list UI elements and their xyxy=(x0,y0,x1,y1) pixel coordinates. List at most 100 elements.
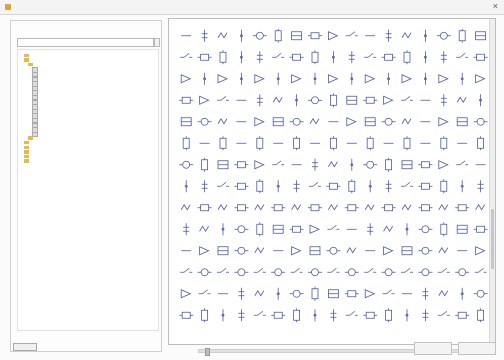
schematic-symbol[interactable] xyxy=(253,310,266,316)
schematic-symbol[interactable] xyxy=(311,286,319,301)
schematic-symbol[interactable] xyxy=(254,117,265,127)
schematic-symbol[interactable] xyxy=(256,94,263,107)
schematic-symbol[interactable] xyxy=(272,52,285,58)
schematic-symbol[interactable] xyxy=(308,96,322,105)
schematic-symbol[interactable] xyxy=(346,246,357,254)
schematic-symbol[interactable] xyxy=(401,160,413,170)
schematic-symbol[interactable] xyxy=(217,267,229,273)
schematic-symbol[interactable] xyxy=(253,267,266,273)
schematic-symbol[interactable] xyxy=(367,223,374,236)
schematic-symbol[interactable] xyxy=(201,308,208,323)
schematic-symbol[interactable] xyxy=(180,117,192,127)
schematic-symbol[interactable] xyxy=(234,204,249,212)
schematic-symbol[interactable] xyxy=(418,182,433,190)
schematic-symbol[interactable] xyxy=(401,181,413,187)
schematic-symbol[interactable] xyxy=(438,117,449,127)
schematic-symbol[interactable] xyxy=(271,311,286,319)
schematic-symbol[interactable] xyxy=(363,311,378,319)
schematic-symbol[interactable] xyxy=(180,289,192,299)
schematic-symbol[interactable] xyxy=(385,29,392,42)
schematic-symbol[interactable] xyxy=(456,160,469,166)
schematic-symbol[interactable] xyxy=(455,204,470,212)
schematic-symbol[interactable] xyxy=(234,246,249,255)
schematic-symbol[interactable] xyxy=(313,72,317,85)
schematic-symbol[interactable] xyxy=(254,203,265,211)
schematic-symbol[interactable] xyxy=(180,203,191,211)
schematic-symbol[interactable] xyxy=(256,136,264,151)
schematic-symbol[interactable] xyxy=(328,203,338,211)
schematic-symbol[interactable] xyxy=(385,308,393,323)
schematic-symbol[interactable] xyxy=(401,246,413,256)
zoom-slider-thumb[interactable] xyxy=(204,348,210,356)
schematic-symbol[interactable] xyxy=(475,31,487,41)
schematic-symbol[interactable] xyxy=(440,136,448,151)
schematic-symbol[interactable] xyxy=(221,223,225,236)
schematic-symbol[interactable] xyxy=(183,223,190,236)
schematic-symbol[interactable] xyxy=(475,74,486,84)
schematic-symbol[interactable] xyxy=(363,160,378,169)
schematic-symbol[interactable] xyxy=(456,224,468,234)
schematic-symbol[interactable] xyxy=(289,225,304,233)
schematic-symbol[interactable] xyxy=(197,53,212,61)
schematic-symbol[interactable] xyxy=(460,72,464,85)
cancel-button[interactable] xyxy=(458,342,496,355)
schematic-symbol[interactable] xyxy=(418,268,433,277)
scrollbar-thumb[interactable] xyxy=(491,209,494,269)
schematic-symbol[interactable] xyxy=(475,246,486,256)
schematic-symbol[interactable] xyxy=(350,72,354,85)
schematic-symbol[interactable] xyxy=(184,180,188,193)
schematic-symbol[interactable] xyxy=(272,96,283,104)
schematic-symbol[interactable] xyxy=(473,117,488,126)
schematic-symbol[interactable] xyxy=(405,309,409,322)
schematic-symbol[interactable] xyxy=(240,29,243,42)
schematic-symbol[interactable] xyxy=(328,74,339,84)
schematic-symbol[interactable] xyxy=(254,160,265,170)
schematic-symbol[interactable] xyxy=(254,246,265,254)
schematic-symbol[interactable] xyxy=(199,246,210,256)
schematic-symbol[interactable] xyxy=(217,74,228,84)
schematic-symbol[interactable] xyxy=(385,180,392,193)
schematic-symbol[interactable] xyxy=(180,267,193,273)
schematic-symbol[interactable] xyxy=(271,268,286,277)
filter-dropdown[interactable] xyxy=(17,38,154,47)
schematic-symbol[interactable] xyxy=(418,204,433,212)
schematic-symbol[interactable] xyxy=(422,309,429,322)
schematic-symbol[interactable] xyxy=(383,246,394,256)
schematic-symbol[interactable] xyxy=(197,117,212,126)
schematic-symbol[interactable] xyxy=(234,225,249,234)
schematic-symbol[interactable] xyxy=(293,180,300,193)
schematic-symbol[interactable] xyxy=(329,136,337,151)
schematic-symbol[interactable] xyxy=(331,51,335,64)
schematic-symbol[interactable] xyxy=(272,160,285,166)
schematic-symbol[interactable] xyxy=(438,246,449,254)
schematic-symbol[interactable] xyxy=(291,74,302,84)
schematic-symbol[interactable] xyxy=(475,203,485,211)
schematic-symbol[interactable] xyxy=(180,52,193,58)
schematic-symbol[interactable] xyxy=(217,203,228,211)
schematic-symbol[interactable] xyxy=(383,225,393,233)
schematic-symbol[interactable] xyxy=(440,51,447,64)
schematic-symbol[interactable] xyxy=(440,222,448,237)
schematic-symbol[interactable] xyxy=(327,289,339,299)
schematic-symbol[interactable] xyxy=(405,223,409,236)
schematic-symbol[interactable] xyxy=(438,160,449,170)
schematic-symbol[interactable] xyxy=(437,267,450,273)
schematic-symbol[interactable] xyxy=(381,53,396,61)
schematic-symbol[interactable] xyxy=(221,309,225,322)
schematic-symbol[interactable] xyxy=(256,222,264,237)
schematic-symbol[interactable] xyxy=(276,180,280,193)
schematic-symbol[interactable] xyxy=(348,179,356,194)
schematic-symbol[interactable] xyxy=(311,50,319,65)
schematic-symbol[interactable] xyxy=(274,28,282,43)
schematic-symbol[interactable] xyxy=(234,268,249,277)
schematic-symbol[interactable] xyxy=(290,267,303,273)
schematic-symbol[interactable] xyxy=(438,203,449,211)
schematic-symbol[interactable] xyxy=(438,289,449,297)
schematic-symbol[interactable] xyxy=(276,72,280,85)
schematic-symbol[interactable] xyxy=(197,268,212,277)
schematic-symbol[interactable] xyxy=(326,182,341,190)
schematic-symbol[interactable] xyxy=(313,309,317,322)
schematic-symbol[interactable] xyxy=(203,72,206,85)
schematic-symbol[interactable] xyxy=(477,180,484,193)
schematic-symbol[interactable] xyxy=(308,204,322,212)
